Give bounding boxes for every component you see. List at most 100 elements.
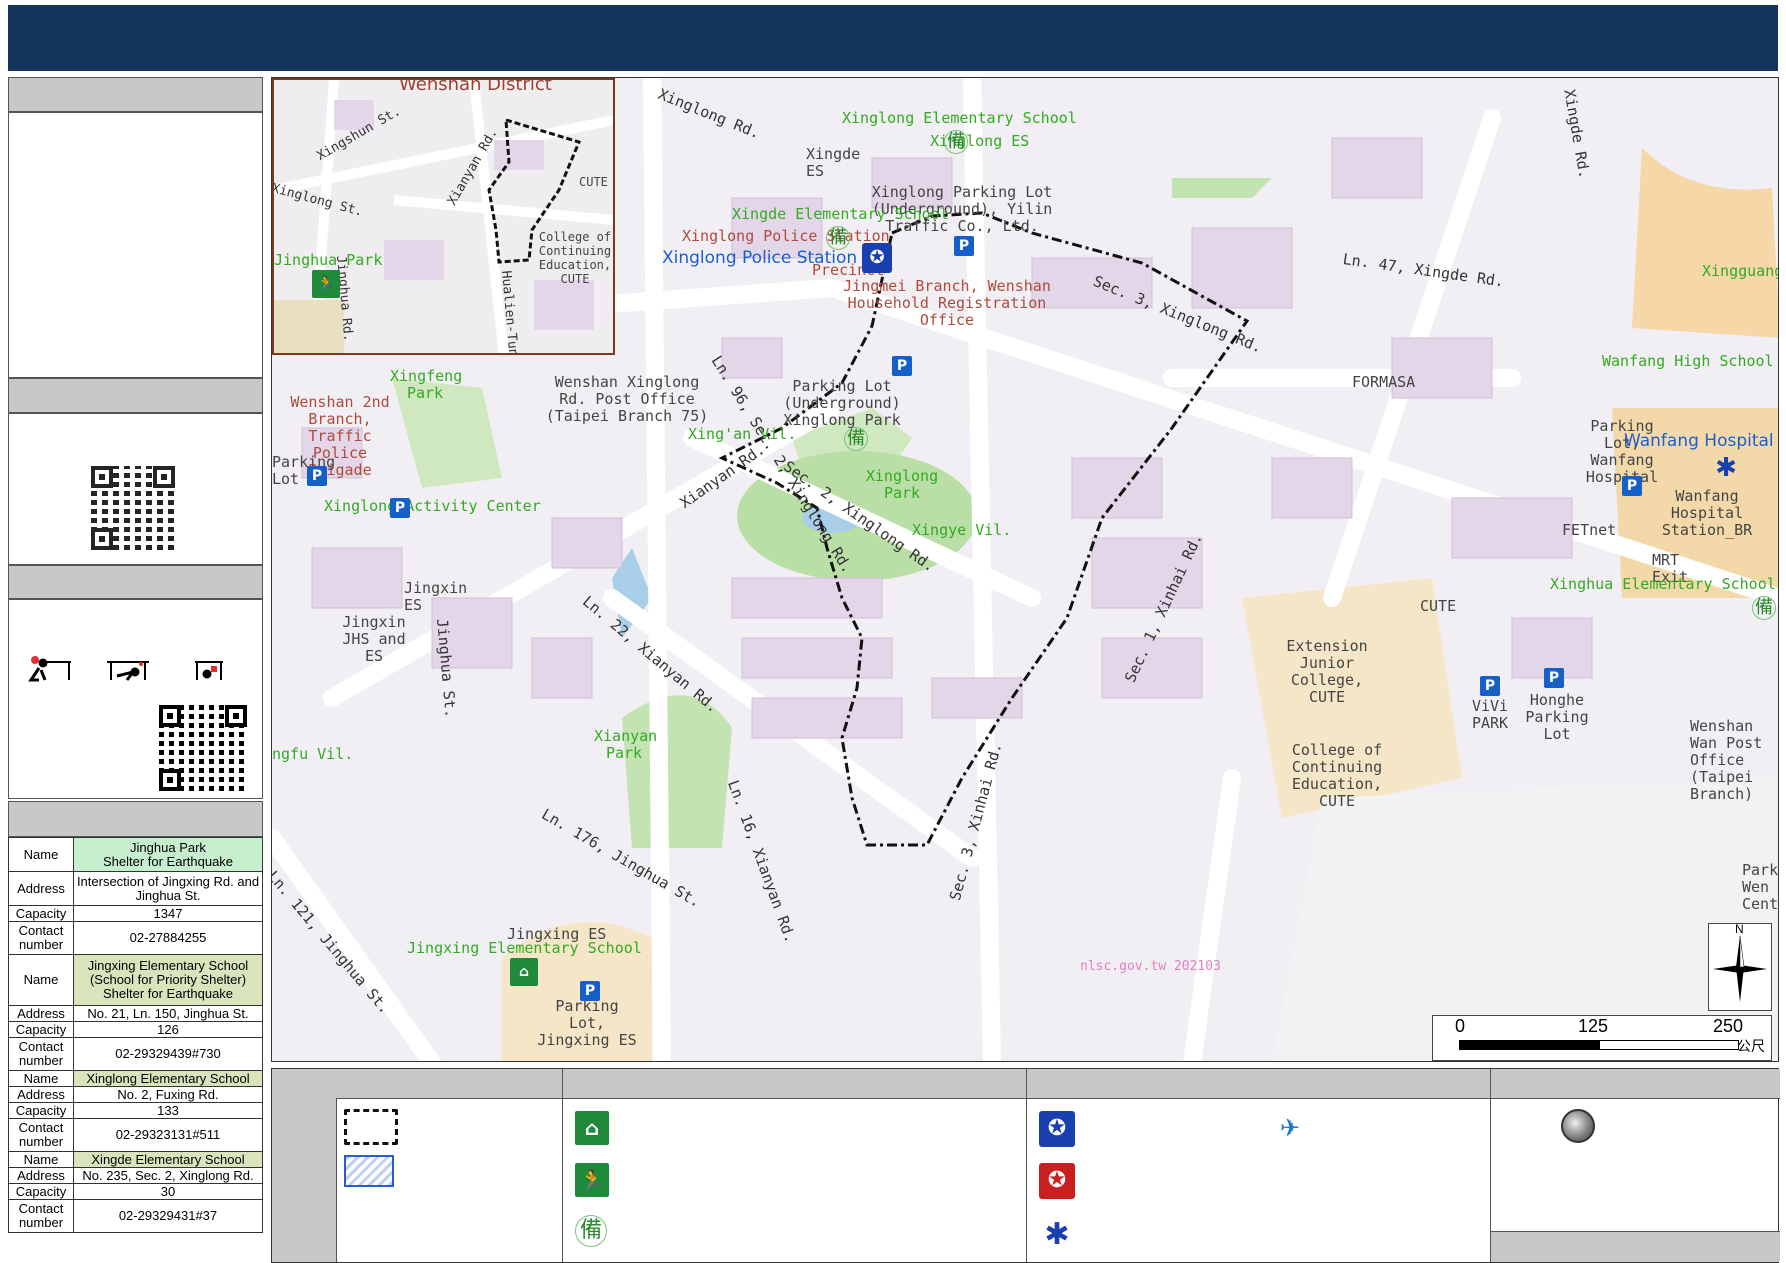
map-label: Honghe Parking Lot (1525, 691, 1589, 743)
hatched-area-icon (344, 1155, 394, 1187)
panel-header-1 (8, 77, 263, 112)
boundary-legend-icon (344, 1109, 398, 1145)
panel-header-2 (8, 378, 263, 413)
map-label: Park Wen Cent (1742, 861, 1779, 913)
map-label: Jingxin JHS and ES (342, 613, 406, 665)
shelter-name-label: Name (8, 1070, 74, 1087)
map-label: Xinglong Park (865, 467, 939, 502)
drop-icon (28, 656, 71, 682)
info-panel (8, 112, 263, 378)
shelter-address-label: Address (8, 1005, 74, 1022)
inset-base (274, 80, 613, 353)
map[interactable]: Xinglong Elementary School Xinglong ES X… (271, 77, 1779, 1062)
evacuation-icon[interactable]: 🏃 (312, 270, 340, 298)
map-label: College of Continuing Education, CUTE (1291, 741, 1383, 810)
shelter-contact: 02-29329439#730 (73, 1037, 263, 1071)
parking-icon[interactable]: P (307, 466, 327, 486)
shelter-name: Jingxing Elementary School (School for P… (73, 954, 263, 1006)
inset-district: Wenshan District (399, 78, 552, 95)
bei-icon[interactable]: 備 (1752, 596, 1776, 620)
map-label: Extension Junior College, CUTE (1286, 637, 1368, 706)
map-label: Xianyan Park (594, 727, 658, 762)
map-label: Xingde ES (806, 145, 861, 180)
shelter-name-label: Name (8, 1151, 74, 1168)
map-label: Parking Lot, Jingxing ES (537, 997, 637, 1049)
map-label: FORMASA (1352, 373, 1416, 391)
bei-icon[interactable]: 備 (944, 130, 968, 154)
map-label: Xinglong Activity Center (324, 497, 541, 515)
shelter-contact: 02-29323131#511 (73, 1118, 263, 1152)
shelter-address: Intersection of Jingxing Rd. and Jinghua… (73, 871, 263, 906)
shelter-contact-label: Contact number (8, 1118, 74, 1152)
shelter-capacity: 1347 (73, 905, 263, 922)
bei-icon[interactable]: 備 (826, 226, 850, 250)
hold-icon (195, 661, 223, 680)
parking-icon[interactable]: P (954, 236, 974, 256)
hospital-legend-icon: ✱ (1044, 1217, 1070, 1252)
scale-unit: 公尺 (1737, 1039, 1765, 1055)
parking-icon[interactable]: P (1480, 676, 1500, 696)
legend-header-3 (1027, 1069, 1491, 1099)
map-label: Xingfeng Park (390, 367, 463, 402)
shelter-capacity-label: Capacity (8, 1102, 74, 1119)
gathering-point-icon (1561, 1109, 1595, 1143)
outdoor-shelter-icon: 🏃 (575, 1163, 609, 1197)
shelter-icon[interactable]: ⌂ (510, 958, 538, 986)
map-label: ViVi PARK (1471, 697, 1509, 732)
map-label: Wanfang Hospital (1624, 431, 1774, 451)
parking-icon[interactable]: P (1544, 668, 1564, 688)
shelter-capacity-label: Capacity (8, 1021, 74, 1038)
map-label: Xinglong Police Station (682, 227, 890, 245)
qr-panel (8, 413, 263, 565)
map-label: Xinglong Elementary School (842, 109, 1077, 127)
map-label: Wanfang High School (1602, 352, 1774, 370)
panel-header-3 (8, 565, 263, 599)
legend-footer (1491, 1231, 1780, 1262)
hospital-icon[interactable]: ✱ (1712, 454, 1740, 482)
panel-header-4 (8, 801, 263, 837)
police-station-icon[interactable]: ✪ (862, 243, 892, 273)
map-label: Jingxing Elementary School (407, 939, 642, 957)
bei-icon[interactable]: 備 (844, 427, 868, 451)
shelter-contact-label: Contact number (8, 921, 74, 955)
legend: ⌂ 🏃 備 ✪ ✪ ✱ ✈ (271, 1068, 1780, 1263)
legend-header-1 (336, 1069, 563, 1099)
shelter-name-label: Name (8, 954, 74, 1006)
qr-code-icon-2[interactable] (159, 705, 247, 791)
map-label: Xingde Elementary School (732, 205, 949, 223)
shelter-contact-label: Contact number (8, 1199, 74, 1233)
shelter-name: Xinglong Elementary School (73, 1070, 263, 1087)
map-label: ngfu Vil. (272, 745, 354, 763)
bei-legend-icon: 備 (575, 1215, 607, 1247)
map-label: Jingxin ES (404, 579, 468, 614)
helipad-legend-icon: ✈ (1279, 1114, 1301, 1142)
legend-side-header (272, 1069, 337, 1262)
scale-bar: 0 125 250 公尺 (1432, 1015, 1772, 1061)
shelter-address-label: Address (8, 871, 74, 906)
legend-col-1 (336, 1099, 563, 1262)
parking-icon[interactable]: P (1622, 476, 1642, 496)
scale-tick: 250 (1713, 1016, 1744, 1036)
police-legend-icon: ✪ (1039, 1111, 1075, 1147)
shelter-capacity-label: Capacity (8, 1183, 74, 1200)
qr-code-icon[interactable] (91, 466, 175, 550)
compass-icon (1713, 935, 1767, 1002)
shelter-capacity: 133 (73, 1102, 263, 1119)
map-label: Xinghua Elementary School (1550, 575, 1776, 593)
scale-tick: 0 (1455, 1016, 1466, 1036)
shelter-address: No. 2, Fuxing Rd. (73, 1086, 263, 1103)
parking-icon[interactable]: P (892, 356, 912, 376)
indoor-shelter-icon: ⌂ (575, 1111, 609, 1145)
legend-col-3: ✪ ✪ ✱ ✈ (1027, 1099, 1491, 1262)
parking-icon[interactable]: P (390, 498, 410, 518)
legend-header-2 (563, 1069, 1027, 1099)
shelter-contact: 02-27884255 (73, 921, 263, 955)
inset-label: Jinghua Park (274, 251, 383, 269)
watermark: nlsc.gov.tw 202103 (1080, 959, 1221, 974)
parking-icon[interactable]: P (580, 981, 600, 1001)
inset-map[interactable]: Wenshan District Xingshun St. Xianyan Rd… (272, 78, 615, 355)
shelter-capacity: 30 (73, 1183, 263, 1200)
map-label: Wenshan Xinglong Rd. Post Office (Taipei… (545, 373, 709, 425)
shelter-name: Xingde Elementary School (73, 1151, 263, 1168)
shelter-contact: 02-29329431#37 (73, 1199, 263, 1233)
